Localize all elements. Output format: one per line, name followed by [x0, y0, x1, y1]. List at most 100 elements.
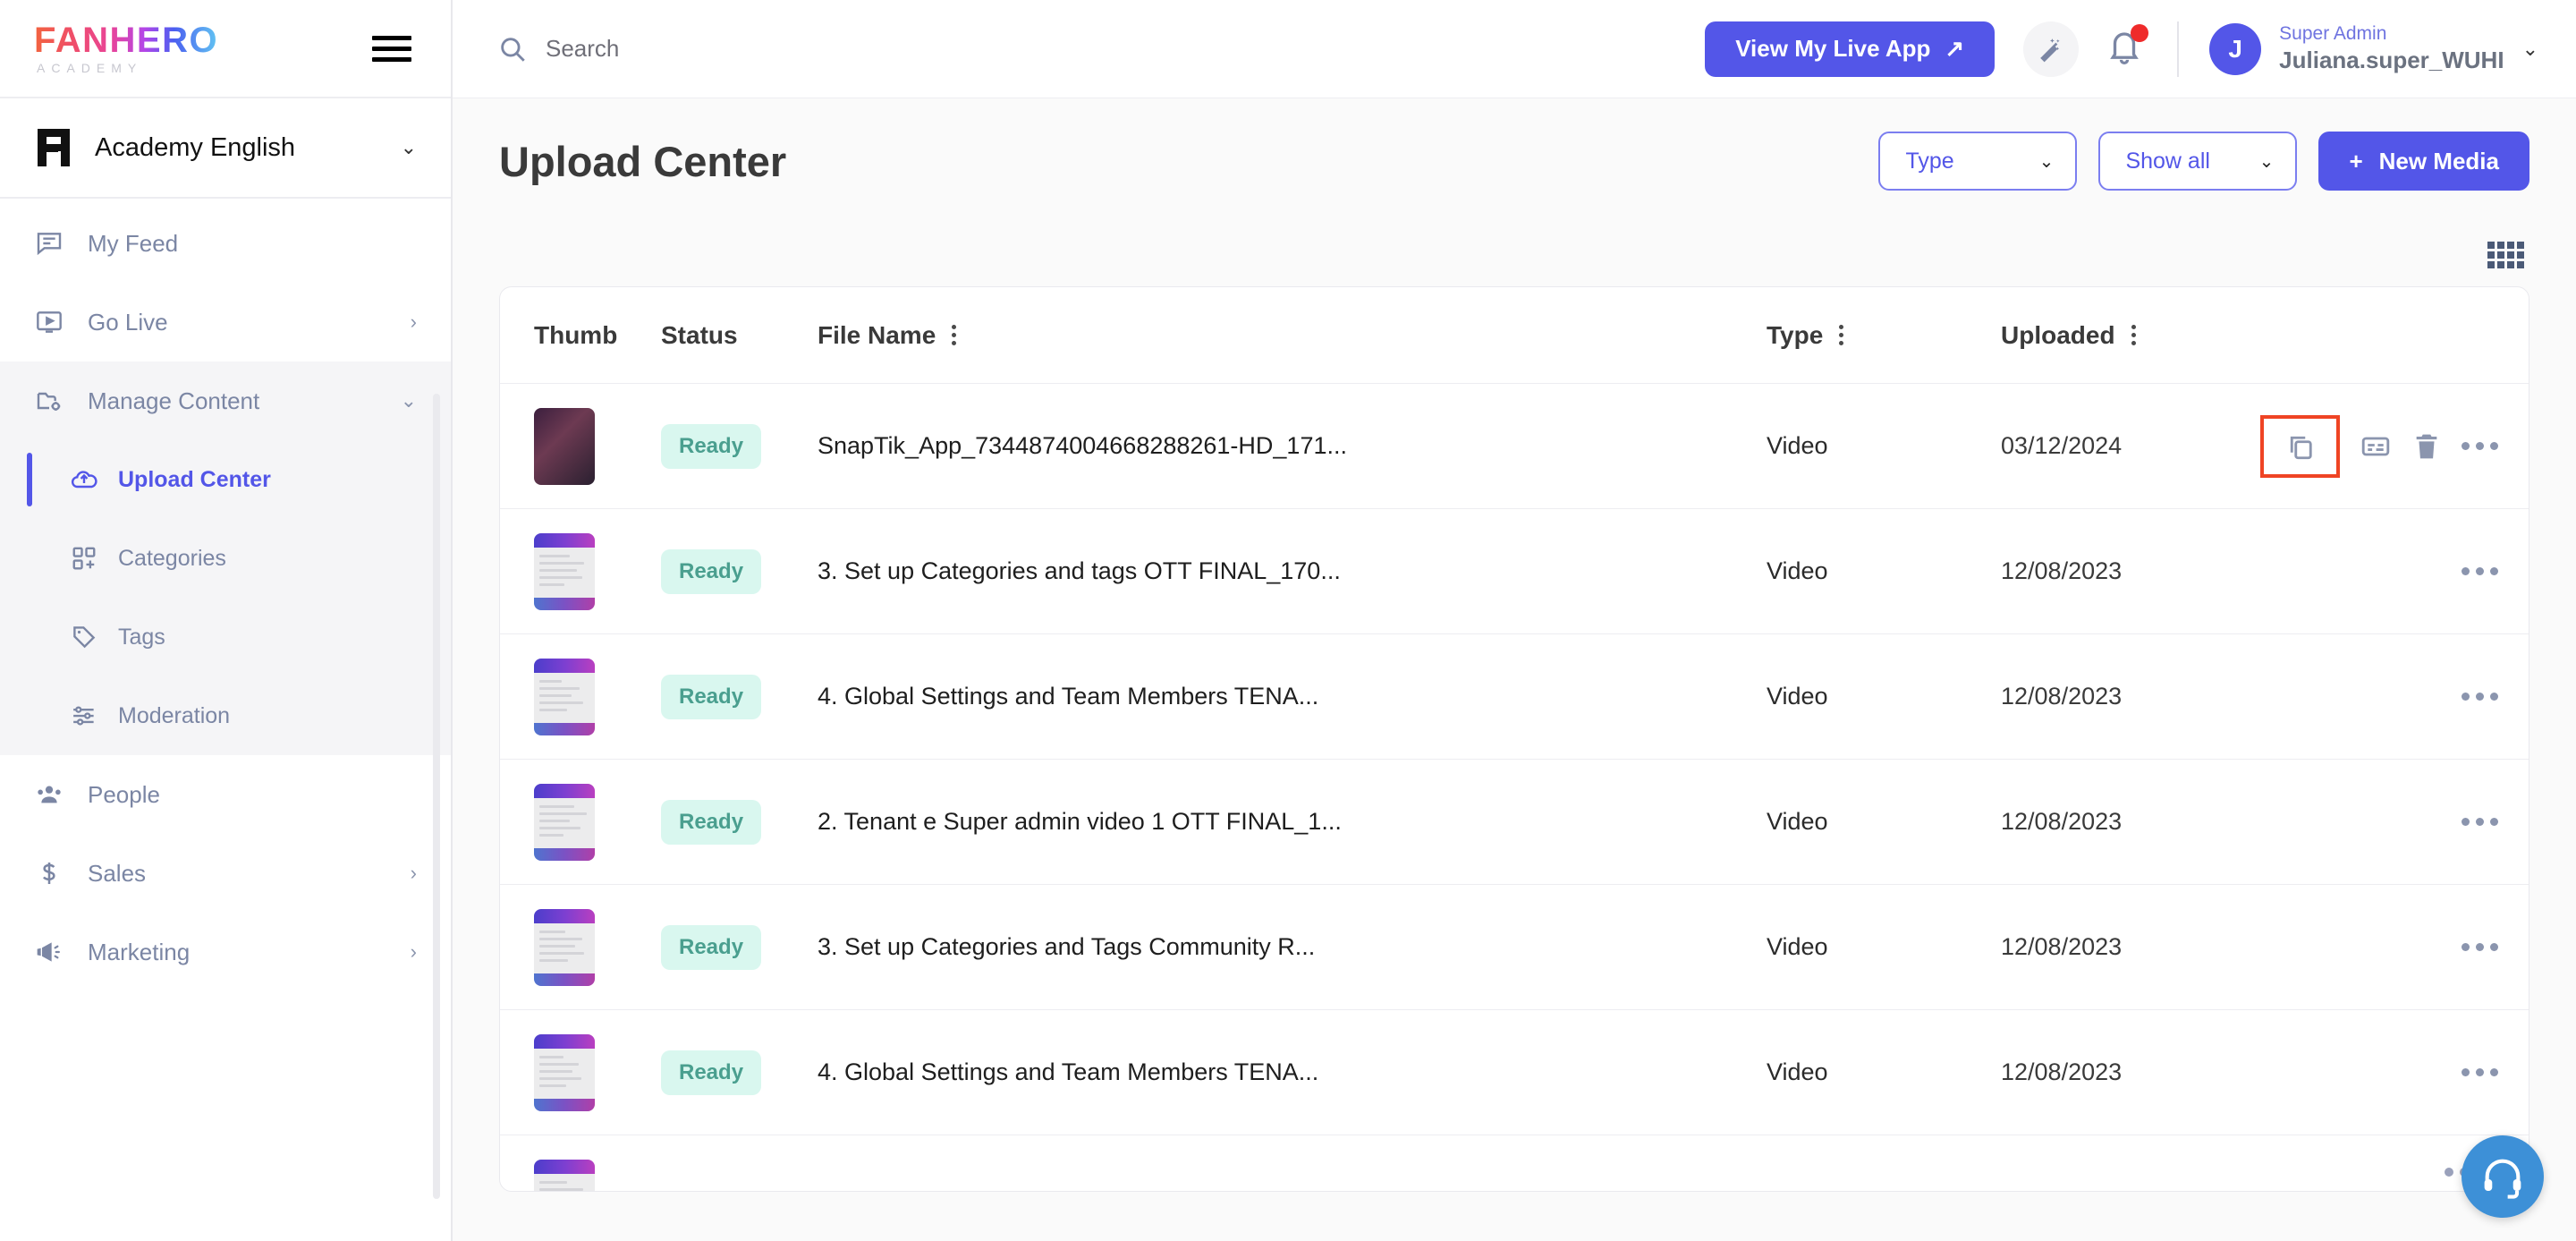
- chevron-right-icon: ›: [410, 940, 417, 963]
- grid-view-icon[interactable]: [2487, 242, 2524, 268]
- sidebar-item-label: Categories: [118, 545, 226, 571]
- sidebar-header: FANHERO ACADEMY: [0, 0, 451, 98]
- row-uploaded: 12/08/2023: [2001, 557, 2123, 584]
- more-button[interactable]: [2462, 442, 2498, 450]
- table-row[interactable]: [500, 1135, 2529, 1191]
- sidebar-item-label: Manage Content: [88, 387, 260, 414]
- row-thumbnail: [500, 1033, 661, 1111]
- sidebar-item-upload-center[interactable]: Upload Center: [0, 440, 451, 519]
- user-name: Juliana.super_WUHI: [2279, 47, 2504, 74]
- row-file-name: 3. Set up Categories and tags OTT FINAL_…: [818, 557, 1341, 584]
- view-toggle-bar: [499, 224, 2529, 286]
- row-uploaded: 12/08/2023: [2001, 933, 2123, 960]
- status-badge: Ready: [661, 1050, 762, 1095]
- sidebar-item-my-feed[interactable]: My Feed: [0, 204, 451, 283]
- sidebar-item-people[interactable]: People: [0, 755, 451, 834]
- thumbnail-image: [534, 1033, 595, 1111]
- filter-type-label: Type: [1905, 148, 1954, 174]
- new-media-label: New Media: [2378, 147, 2499, 174]
- more-button[interactable]: [2462, 943, 2498, 951]
- table-row[interactable]: Ready 2. Tenant e Super admin video 1 OT…: [500, 760, 2529, 885]
- hamburger-menu-icon[interactable]: [367, 30, 417, 67]
- filter-show-all-select[interactable]: Show all ⌄: [2098, 132, 2298, 191]
- sidebar-item-label: Go Live: [88, 308, 168, 336]
- row-status: Ready: [661, 423, 818, 469]
- row-type: Video: [1767, 683, 1828, 710]
- row-thumbnail: [500, 783, 661, 861]
- more-button[interactable]: [2462, 1068, 2498, 1076]
- chevron-right-icon: ›: [410, 310, 417, 333]
- column-header-file-name: File Name: [818, 321, 1767, 350]
- new-media-button[interactable]: + New Media: [2318, 132, 2529, 191]
- table-row[interactable]: Ready 3. Set up Categories and Tags Comm…: [500, 885, 2529, 1010]
- table-row[interactable]: Ready 3. Set up Categories and tags OTT …: [500, 509, 2529, 634]
- fanhero-mark-icon: [34, 127, 75, 168]
- more-icon: [2462, 1068, 2498, 1076]
- filter-show-all-label: Show all: [2125, 148, 2210, 174]
- sidebar: FANHERO ACADEMY Academy English ⌄ My Fee…: [0, 0, 453, 1241]
- megaphone-icon: [34, 937, 64, 967]
- search-placeholder: Search: [546, 35, 620, 62]
- sidebar-item-label: Tags: [118, 624, 165, 650]
- support-chat-button[interactable]: [2462, 1135, 2544, 1218]
- thumbnail-image: [534, 908, 595, 986]
- row-status: Ready: [661, 924, 818, 970]
- column-menu-icon[interactable]: [1839, 325, 1844, 345]
- external-link-arrow-icon: ↗: [1945, 35, 1965, 62]
- app-root: FANHERO ACADEMY Academy English ⌄ My Fee…: [0, 0, 2576, 1241]
- sidebar-scrollbar[interactable]: [433, 394, 440, 1199]
- delete-button[interactable]: [2411, 431, 2442, 462]
- copy-icon: [2284, 430, 2317, 463]
- row-actions: [2260, 1068, 2529, 1076]
- filter-type-select[interactable]: Type ⌄: [1878, 132, 2078, 191]
- sidebar-item-marketing[interactable]: Marketing ›: [0, 913, 451, 991]
- more-button[interactable]: [2462, 693, 2498, 701]
- view-live-app-button[interactable]: View My Live App ↗: [1705, 21, 1996, 77]
- more-button[interactable]: [2462, 567, 2498, 575]
- row-actions: [2260, 818, 2529, 826]
- notifications-button[interactable]: [2106, 23, 2149, 72]
- status-badge: Ready: [661, 799, 762, 845]
- chevron-down-icon: ⌄: [2258, 151, 2275, 172]
- user-menu[interactable]: J Super Admin Juliana.super_WUHI ⌄: [2209, 22, 2538, 75]
- chevron-down-icon: ⌄: [2038, 151, 2055, 172]
- sidebar-item-manage-content[interactable]: Manage Content ⌄: [0, 361, 451, 440]
- tenant-name: Academy English: [95, 132, 296, 162]
- page-header: Upload Center Type ⌄ Show all ⌄ + New Me…: [499, 98, 2529, 224]
- feed-icon: [34, 228, 64, 259]
- search-input[interactable]: Search: [497, 34, 1705, 64]
- more-button[interactable]: [2462, 818, 2498, 826]
- sidebar-group-manage-content: Manage Content ⌄ Upload Center Categorie…: [0, 361, 451, 755]
- grid-plus-icon: [70, 544, 98, 573]
- table-row[interactable]: Ready 4. Global Settings and Team Member…: [500, 634, 2529, 760]
- table-row[interactable]: Ready SnapTik_App_7344874004668288261-HD…: [500, 384, 2529, 509]
- brand-logo: FANHERO ACADEMY: [34, 22, 218, 75]
- row-file-name: 2. Tenant e Super admin video 1 OTT FINA…: [818, 808, 1342, 835]
- column-menu-icon[interactable]: [2131, 325, 2136, 345]
- media-table: Thumb Status File Name Type Uploaded Rea…: [499, 286, 2529, 1192]
- dollar-icon: [34, 858, 64, 888]
- magic-wand-icon: [2036, 34, 2066, 64]
- table-header-row: Thumb Status File Name Type Uploaded: [500, 287, 2529, 384]
- sidebar-item-moderation[interactable]: Moderation: [0, 676, 451, 755]
- copy-button-highlighted[interactable]: [2260, 414, 2340, 478]
- row-uploaded: 12/08/2023: [2001, 1058, 2123, 1085]
- sidebar-item-tags[interactable]: Tags: [0, 598, 451, 676]
- thumbnail-image: [534, 407, 595, 485]
- row-uploaded: 03/12/2024: [2001, 432, 2123, 459]
- row-type: Video: [1767, 557, 1828, 584]
- caption-button[interactable]: [2360, 430, 2392, 463]
- sidebar-item-sales[interactable]: Sales ›: [0, 834, 451, 913]
- status-badge: Ready: [661, 674, 762, 719]
- row-uploaded: 12/08/2023: [2001, 683, 2123, 710]
- sidebar-item-go-live[interactable]: Go Live ›: [0, 283, 451, 361]
- magic-wand-button[interactable]: [2023, 21, 2080, 77]
- live-video-icon: [34, 307, 64, 337]
- sidebar-item-categories[interactable]: Categories: [0, 519, 451, 598]
- row-actions: [2260, 567, 2529, 575]
- column-menu-icon[interactable]: [952, 325, 957, 345]
- more-icon: [2462, 818, 2498, 826]
- tenant-switcher[interactable]: Academy English ⌄: [0, 98, 451, 199]
- sliders-icon: [70, 701, 98, 730]
- table-row[interactable]: Ready 4. Global Settings and Team Member…: [500, 1010, 2529, 1135]
